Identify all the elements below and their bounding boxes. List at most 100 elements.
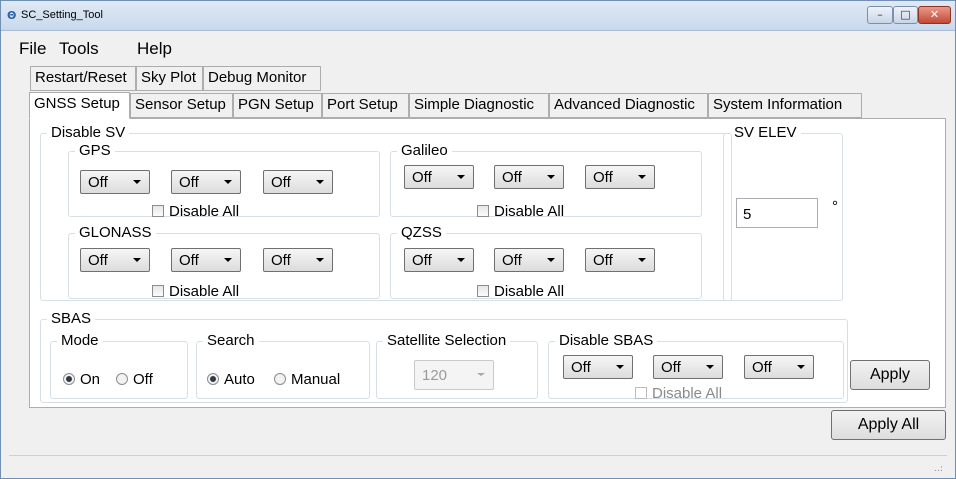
chevron-down-icon	[316, 180, 324, 184]
checkbox-icon	[635, 387, 647, 399]
sbas-disable-all-label: Disable All	[652, 385, 723, 402]
gps-disable-all-checkbox[interactable]: Disable All	[152, 203, 239, 220]
menu-tools[interactable]: Tools	[59, 39, 99, 59]
apply-button[interactable]: Apply	[850, 360, 930, 390]
sv-elev-input[interactable]: 5	[736, 198, 818, 228]
satellite-selection-label: Satellite Selection	[387, 332, 507, 349]
menu-help[interactable]: Help	[137, 39, 172, 59]
radio-icon	[274, 373, 286, 385]
sbas-search-manual-label: Manual	[291, 371, 341, 388]
disable-sv-label: Disable SV	[51, 124, 126, 141]
apply-all-button[interactable]: Apply All	[831, 410, 946, 440]
close-button[interactable]: ✕	[918, 6, 951, 24]
gps-disable-all-label: Disable All	[169, 203, 240, 220]
galileo-disable-all-checkbox[interactable]: Disable All	[477, 203, 564, 220]
window-title: SC_Setting_Tool	[21, 9, 103, 21]
tab-restart-reset[interactable]: Restart/Reset	[30, 66, 136, 91]
sbas-search-group: Search	[196, 333, 370, 399]
checkbox-icon	[477, 205, 489, 217]
galileo-combo-2-value: Off	[502, 169, 522, 186]
tab-debug-monitor[interactable]: Debug Monitor	[203, 66, 321, 91]
glonass-combo-3[interactable]: Off	[263, 248, 333, 272]
minimize-icon: –	[877, 8, 883, 21]
galileo-combo-2[interactable]: Off	[494, 165, 564, 189]
sv-elev-label: SV ELEV	[734, 124, 797, 141]
gps-combo-3-value: Off	[271, 174, 291, 191]
chevron-down-icon	[477, 373, 485, 376]
glonass-combo-3-value: Off	[271, 252, 291, 269]
chevron-down-icon	[457, 258, 465, 262]
tab-advanced-diagnostic[interactable]: Advanced Diagnostic	[549, 93, 708, 118]
satellite-selection-value: 120	[422, 367, 448, 384]
sbas-disable-all-checkbox[interactable]: Disable All	[635, 385, 722, 402]
gps-combo-3[interactable]: Off	[263, 170, 333, 194]
gps-label: GPS	[79, 142, 111, 159]
tab-sensor-setup[interactable]: Sensor Setup	[130, 93, 233, 118]
sbas-combo-2[interactable]: Off	[653, 355, 723, 379]
chevron-down-icon	[616, 365, 624, 369]
gps-combo-2[interactable]: Off	[171, 170, 241, 194]
gnss-setup-panel: Disable SV GPS Off Off Off Disable All G…	[29, 118, 946, 408]
maximize-icon: □	[900, 8, 911, 21]
glonass-combo-1[interactable]: Off	[80, 248, 150, 272]
tab-pgn-setup[interactable]: PGN Setup	[233, 93, 322, 118]
tab-port-setup[interactable]: Port Setup	[322, 93, 409, 118]
sbas-mode-on-radio[interactable]: On	[63, 371, 100, 388]
chevron-down-icon	[133, 180, 141, 184]
satellite-selection-combo[interactable]: 120	[414, 360, 494, 390]
glonass-disable-all-checkbox[interactable]: Disable All	[152, 283, 239, 300]
glonass-combo-1-value: Off	[88, 252, 108, 269]
title-bar[interactable]: Θ SC_Setting_Tool – □ ✕	[1, 1, 955, 31]
sbas-mode-on-label: On	[80, 371, 101, 388]
glonass-combo-2[interactable]: Off	[171, 248, 241, 272]
sbas-search-manual-radio[interactable]: Manual	[274, 371, 340, 388]
tab-system-information[interactable]: System Information	[708, 93, 862, 118]
chevron-down-icon	[316, 258, 324, 262]
sbas-label: SBAS	[51, 310, 92, 327]
galileo-combo-1-value: Off	[412, 169, 432, 186]
gps-combo-1[interactable]: Off	[80, 170, 150, 194]
sbas-search-auto-radio[interactable]: Auto	[207, 371, 255, 388]
sbas-mode-group: Mode	[50, 333, 188, 399]
galileo-disable-all-label: Disable All	[494, 203, 565, 220]
glonass-label: GLONASS	[79, 224, 152, 241]
qzss-disable-all-checkbox[interactable]: Disable All	[477, 283, 564, 300]
sbas-search-auto-label: Auto	[224, 371, 255, 388]
sbas-combo-1[interactable]: Off	[563, 355, 633, 379]
galileo-combo-1[interactable]: Off	[404, 165, 474, 189]
qzss-combo-3-value: Off	[593, 252, 613, 269]
gps-combo-1-value: Off	[88, 174, 108, 191]
qzss-combo-1[interactable]: Off	[404, 248, 474, 272]
chevron-down-icon	[133, 258, 141, 262]
sbas-combo-2-value: Off	[661, 359, 681, 376]
checkbox-icon	[152, 285, 164, 297]
qzss-combo-1-value: Off	[412, 252, 432, 269]
app-window: Θ SC_Setting_Tool – □ ✕ File Tools Help …	[0, 0, 956, 479]
qzss-label: QZSS	[401, 224, 442, 241]
checkbox-icon	[152, 205, 164, 217]
qzss-combo-3[interactable]: Off	[585, 248, 655, 272]
chevron-down-icon	[797, 365, 805, 369]
galileo-combo-3[interactable]: Off	[585, 165, 655, 189]
sbas-mode-off-radio[interactable]: Off	[116, 371, 153, 388]
chevron-down-icon	[706, 365, 714, 369]
maximize-button[interactable]: □	[893, 6, 918, 24]
chevron-down-icon	[547, 258, 555, 262]
sbas-combo-1-value: Off	[571, 359, 591, 376]
chevron-down-icon	[638, 175, 646, 179]
close-icon: ✕	[929, 8, 940, 21]
tab-gnss-setup[interactable]: GNSS Setup	[29, 92, 130, 119]
menu-file[interactable]: File	[19, 39, 46, 59]
disable-sbas-label: Disable SBAS	[559, 332, 654, 349]
radio-selected-icon	[207, 373, 219, 385]
qzss-disable-all-label: Disable All	[494, 283, 565, 300]
tab-sky-plot[interactable]: Sky Plot	[136, 66, 203, 91]
sbas-combo-3[interactable]: Off	[744, 355, 814, 379]
app-icon: Θ	[7, 9, 17, 22]
sbas-mode-label: Mode	[61, 332, 99, 349]
minimize-button[interactable]: –	[867, 6, 893, 24]
resize-grip-icon[interactable]: ..:	[934, 464, 943, 474]
qzss-combo-2[interactable]: Off	[494, 248, 564, 272]
tab-simple-diagnostic[interactable]: Simple Diagnostic	[409, 93, 549, 118]
qzss-combo-2-value: Off	[502, 252, 522, 269]
